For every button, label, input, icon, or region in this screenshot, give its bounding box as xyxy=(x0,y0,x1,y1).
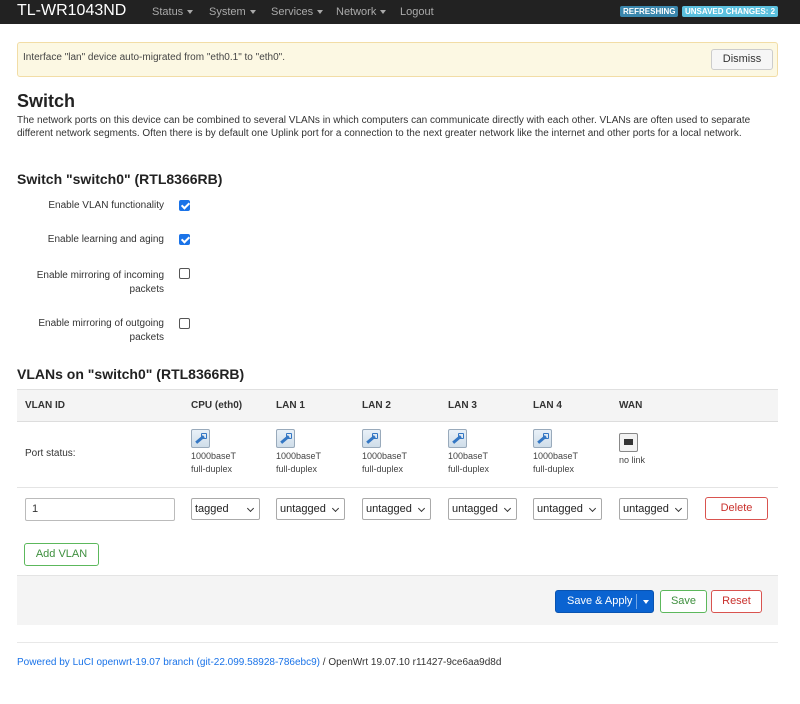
alert-message: Interface "lan" device auto-migrated fro… xyxy=(23,52,285,63)
port-lan2: 1000baseT full-duplex xyxy=(362,429,407,476)
ethernet-port-connected-icon xyxy=(362,429,381,448)
header-lan3: LAN 3 xyxy=(448,400,477,411)
page-description: The network ports on this device can be … xyxy=(17,115,751,139)
logout-link[interactable]: Logout xyxy=(400,6,434,18)
menu-system-label: System xyxy=(209,6,246,18)
ethernet-port-connected-icon xyxy=(276,429,295,448)
action-bar: Save & Apply Save Reset xyxy=(17,575,778,625)
row-divider xyxy=(17,487,778,488)
port-speed: 1000baseT xyxy=(533,451,579,461)
split-divider xyxy=(636,594,637,609)
membership-select-wan[interactable]: untagged xyxy=(619,498,688,520)
option-label-mirror-outgoing: Enable mirroring of outgoing packets xyxy=(38,318,164,343)
top-navbar: TL-WR1043ND Status System Services Netwo… xyxy=(0,0,800,24)
delete-vlan-button[interactable]: Delete xyxy=(705,497,768,520)
checkbox-vlan-functionality[interactable] xyxy=(179,200,190,211)
chevron-down-icon xyxy=(331,504,340,513)
header-lan2: LAN 2 xyxy=(362,400,391,411)
option-label-learning: Enable learning and aging xyxy=(47,234,164,245)
port-duplex: full-duplex xyxy=(276,464,318,474)
footer-divider xyxy=(17,642,778,643)
membership-select-lan2[interactable]: untagged xyxy=(362,498,431,520)
header-lan1: LAN 1 xyxy=(276,400,305,411)
port-wan: no link xyxy=(619,433,645,467)
port-duplex: full-duplex xyxy=(362,464,404,474)
caret-down-icon xyxy=(317,10,324,15)
save-button[interactable]: Save xyxy=(660,590,707,613)
reset-button[interactable]: Reset xyxy=(711,590,762,613)
port-lan1: 1000baseT full-duplex xyxy=(276,429,321,476)
dismiss-button[interactable]: Dismiss xyxy=(711,49,773,70)
save-apply-button[interactable]: Save & Apply xyxy=(555,590,654,613)
chevron-down-icon xyxy=(246,504,255,513)
header-lan4: LAN 4 xyxy=(533,400,562,411)
ethernet-port-connected-icon xyxy=(533,429,552,448)
refreshing-badge[interactable]: REFRESHING xyxy=(620,6,679,17)
port-duplex: full-duplex xyxy=(191,464,233,474)
table-header: VLAN ID CPU (eth0) LAN 1 LAN 2 LAN 3 LAN… xyxy=(17,389,778,422)
port-status-label: Port status: xyxy=(25,448,76,459)
caret-down-icon xyxy=(249,10,256,15)
membership-select-lan4[interactable]: untagged xyxy=(533,498,602,520)
migration-alert: Interface "lan" device auto-migrated fro… xyxy=(17,42,778,77)
menu-system[interactable]: System xyxy=(209,6,256,18)
save-apply-label: Save & Apply xyxy=(567,595,633,607)
port-speed: 100baseT xyxy=(448,451,489,461)
checkbox-mirror-outgoing[interactable] xyxy=(179,318,190,329)
caret-down-icon xyxy=(187,10,194,15)
header-wan: WAN xyxy=(619,400,643,411)
luci-link[interactable]: Powered by LuCI openwrt-19.07 branch (gi… xyxy=(17,657,320,668)
ethernet-port-connected-icon xyxy=(191,429,210,448)
vlan-section-title: VLANs on "switch0" (RTL8366RB) xyxy=(17,366,245,382)
select-value: untagged xyxy=(366,503,412,515)
chevron-down-icon xyxy=(674,504,683,513)
checkbox-mirror-incoming[interactable] xyxy=(179,268,190,279)
select-value: tagged xyxy=(195,503,229,515)
membership-select-cpu[interactable]: tagged xyxy=(191,498,260,520)
membership-select-lan3[interactable]: untagged xyxy=(448,498,517,520)
chevron-down-icon xyxy=(417,504,426,513)
menu-status-label: Status xyxy=(152,6,184,18)
port-speed: no link xyxy=(619,455,646,465)
openwrt-version: / OpenWrt 19.07.10 r11427-9ce6aa9d8d xyxy=(319,657,502,668)
port-lan4: 1000baseT full-duplex xyxy=(533,429,578,476)
menu-status[interactable]: Status xyxy=(152,6,194,18)
checkbox-learning-aging[interactable] xyxy=(179,234,190,245)
chevron-down-icon xyxy=(503,504,512,513)
port-duplex: full-duplex xyxy=(533,464,575,474)
caret-down-icon xyxy=(380,10,387,15)
chevron-down-icon xyxy=(588,504,597,513)
port-speed: 1000baseT xyxy=(276,451,322,461)
option-label-mirror-incoming: Enable mirroring of incoming packets xyxy=(36,270,164,295)
brand-title[interactable]: TL-WR1043ND xyxy=(17,2,126,20)
menu-network[interactable]: Network xyxy=(336,6,387,18)
ethernet-port-connected-icon xyxy=(448,429,467,448)
footer-credits: Powered by LuCI openwrt-19.07 branch (gi… xyxy=(17,657,501,668)
header-cpu: CPU (eth0) xyxy=(191,400,243,411)
add-vlan-button[interactable]: Add VLAN xyxy=(24,543,99,566)
menu-services[interactable]: Services xyxy=(271,6,324,18)
port-duplex: full-duplex xyxy=(448,464,490,474)
option-label-vlan: Enable VLAN functionality xyxy=(48,200,164,211)
unsaved-changes-badge[interactable]: UNSAVED CHANGES: 2 xyxy=(682,6,779,17)
port-speed: 1000baseT xyxy=(362,451,408,461)
select-value: untagged xyxy=(452,503,498,515)
ethernet-port-disconnected-icon xyxy=(619,433,638,452)
select-value: untagged xyxy=(280,503,326,515)
page-title: Switch xyxy=(17,91,76,111)
header-vlan-id: VLAN ID xyxy=(25,400,65,411)
select-value: untagged xyxy=(623,503,669,515)
membership-select-lan1[interactable]: untagged xyxy=(276,498,345,520)
port-cpu: 1000baseT full-duplex xyxy=(191,429,236,476)
port-lan3: 100baseT full-duplex xyxy=(448,429,489,476)
port-speed: 1000baseT xyxy=(191,451,237,461)
select-value: untagged xyxy=(537,503,583,515)
vlan-id-input[interactable]: 1 xyxy=(25,498,175,521)
dropdown-caret-icon[interactable] xyxy=(643,600,649,604)
switch-section-title: Switch "switch0" (RTL8366RB) xyxy=(17,171,223,187)
menu-network-label: Network xyxy=(336,6,377,18)
menu-services-label: Services xyxy=(271,6,314,18)
